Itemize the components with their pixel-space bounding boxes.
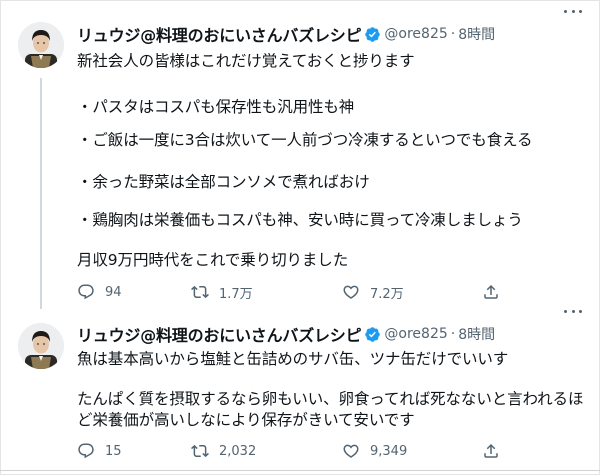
tweet-text-line: 新社会人の皆様はこれだけ覚えておくと捗ります bbox=[77, 52, 415, 70]
separator-dot: · bbox=[450, 326, 456, 342]
retweet-button[interactable]: 1.7万 bbox=[191, 281, 253, 303]
tweet-actions: 15 2,032 9,349 bbox=[77, 440, 507, 462]
like-icon bbox=[343, 444, 359, 458]
display-name[interactable]: リュウジ@料理のおにいさんバズレシピ bbox=[77, 322, 362, 346]
like-icon bbox=[343, 285, 359, 299]
tweet-header: リュウジ@料理のおにいさんバズレシピ @ore825 · 8時間 bbox=[77, 323, 600, 345]
more-icon[interactable] bbox=[564, 4, 582, 18]
reply-button[interactable]: 15 bbox=[77, 440, 122, 462]
retweet-count: 2,032 bbox=[219, 443, 257, 459]
tweet-text-line: ど栄養価が高いしなにより保存がきいて安いです bbox=[77, 411, 415, 429]
avatar[interactable] bbox=[18, 323, 64, 369]
tweet-actions: 94 1.7万 7.2万 bbox=[77, 281, 507, 303]
like-count: 9,349 bbox=[370, 443, 408, 459]
reply-icon bbox=[78, 443, 94, 459]
tweet-text-line: たんぱく質を摂取するなら卵もいい、卵食ってれば死なないと言われるほ bbox=[77, 390, 584, 408]
like-count: 7.2万 bbox=[370, 286, 404, 302]
share-icon bbox=[484, 443, 498, 458]
verified-badge-icon bbox=[365, 326, 381, 342]
avatar[interactable] bbox=[18, 22, 64, 68]
timestamp[interactable]: 8時間 bbox=[458, 24, 495, 44]
retweet-icon bbox=[191, 444, 209, 458]
user-handle[interactable]: @ore825 bbox=[384, 26, 447, 42]
more-icon[interactable] bbox=[564, 304, 582, 318]
thread-line bbox=[40, 78, 42, 309]
tweet-text-line: 魚は基本高いから塩鮭と缶詰めのサバ缶、ツナ缶だけでいいす bbox=[77, 350, 509, 368]
like-button[interactable]: 7.2万 bbox=[342, 281, 404, 303]
tweet-text-line: ・余った野菜は全部コンソメで煮ればおけ bbox=[77, 173, 370, 191]
reply-icon bbox=[78, 284, 94, 300]
tweet-header: リュウジ@料理のおにいさんバズレシピ @ore825 · 8時間 bbox=[77, 23, 600, 45]
tweet-text-line: ・ご飯は一度に3合は炊いて一人前づつ冷凍するといつでも食える bbox=[77, 131, 533, 149]
tweet-text-line: ・パスタはコスパも保存性も汎用性も神 bbox=[77, 98, 355, 116]
share-button[interactable] bbox=[482, 281, 500, 303]
timestamp[interactable]: 8時間 bbox=[458, 324, 495, 344]
retweet-count: 1.7万 bbox=[219, 286, 253, 302]
tweet-text-line: 月収9万円時代をこれで乗り切りました bbox=[77, 251, 349, 269]
bottom-divider bbox=[0, 470, 600, 471]
tweet[interactable]: リュウジ@料理のおにいさんバズレシピ @ore825 · 8時間 新社会人の皆様… bbox=[0, 0, 600, 311]
user-handle[interactable]: @ore825 bbox=[384, 326, 447, 342]
share-button[interactable] bbox=[482, 440, 500, 462]
share-icon bbox=[484, 284, 498, 299]
separator-dot: · bbox=[450, 26, 456, 42]
reply-button[interactable]: 94 bbox=[77, 281, 122, 303]
tweet[interactable]: リュウジ@料理のおにいさんバズレシピ @ore825 · 8時間 魚は基本高いか… bbox=[0, 309, 600, 470]
display-name[interactable]: リュウジ@料理のおにいさんバズレシピ bbox=[77, 22, 362, 46]
reply-count: 15 bbox=[105, 443, 122, 459]
avatar-image bbox=[18, 323, 64, 369]
retweet-button[interactable]: 2,032 bbox=[191, 440, 256, 462]
tweet-text-line: ・鶏胸肉は栄養価もコスパも神、安い時に買って冷凍しましょう bbox=[77, 211, 523, 229]
reply-count: 94 bbox=[105, 284, 122, 300]
avatar-image bbox=[18, 22, 64, 68]
retweet-icon bbox=[191, 285, 209, 299]
verified-badge-icon bbox=[365, 26, 381, 42]
like-button[interactable]: 9,349 bbox=[342, 440, 407, 462]
